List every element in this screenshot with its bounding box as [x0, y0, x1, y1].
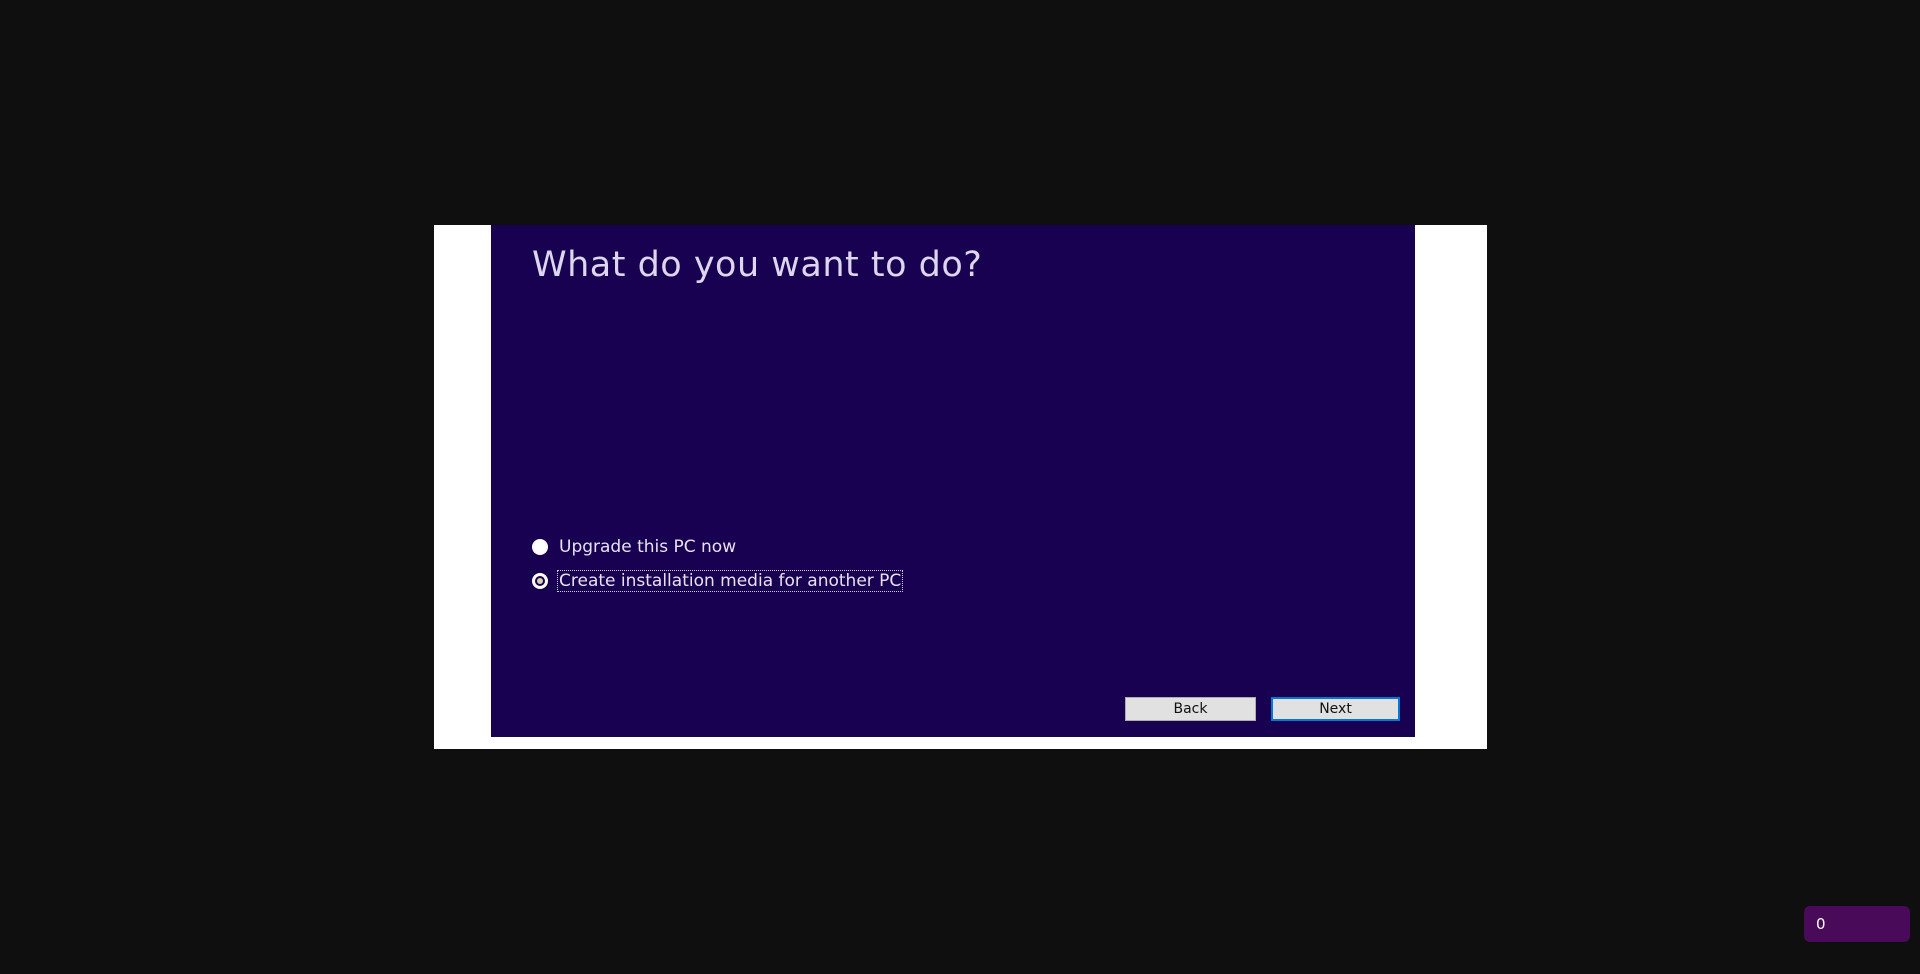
counter-badge: 0 — [1804, 906, 1910, 942]
radio-button-unselected[interactable] — [532, 539, 548, 555]
page-title: What do you want to do? — [532, 245, 983, 285]
option-create-media[interactable]: Create installation media for another PC — [532, 569, 904, 593]
setup-panel: What do you want to do? Upgrade this PC … — [491, 225, 1415, 737]
radio-button-selected[interactable] — [532, 573, 548, 589]
option-label: Upgrade this PC now — [559, 537, 737, 557]
next-button[interactable]: Next — [1271, 697, 1400, 721]
setup-window-frame: What do you want to do? Upgrade this PC … — [434, 225, 1487, 749]
back-button[interactable]: Back — [1125, 697, 1256, 721]
option-upgrade-pc[interactable]: Upgrade this PC now — [532, 535, 737, 559]
option-label: Create installation media for another PC — [556, 570, 904, 592]
